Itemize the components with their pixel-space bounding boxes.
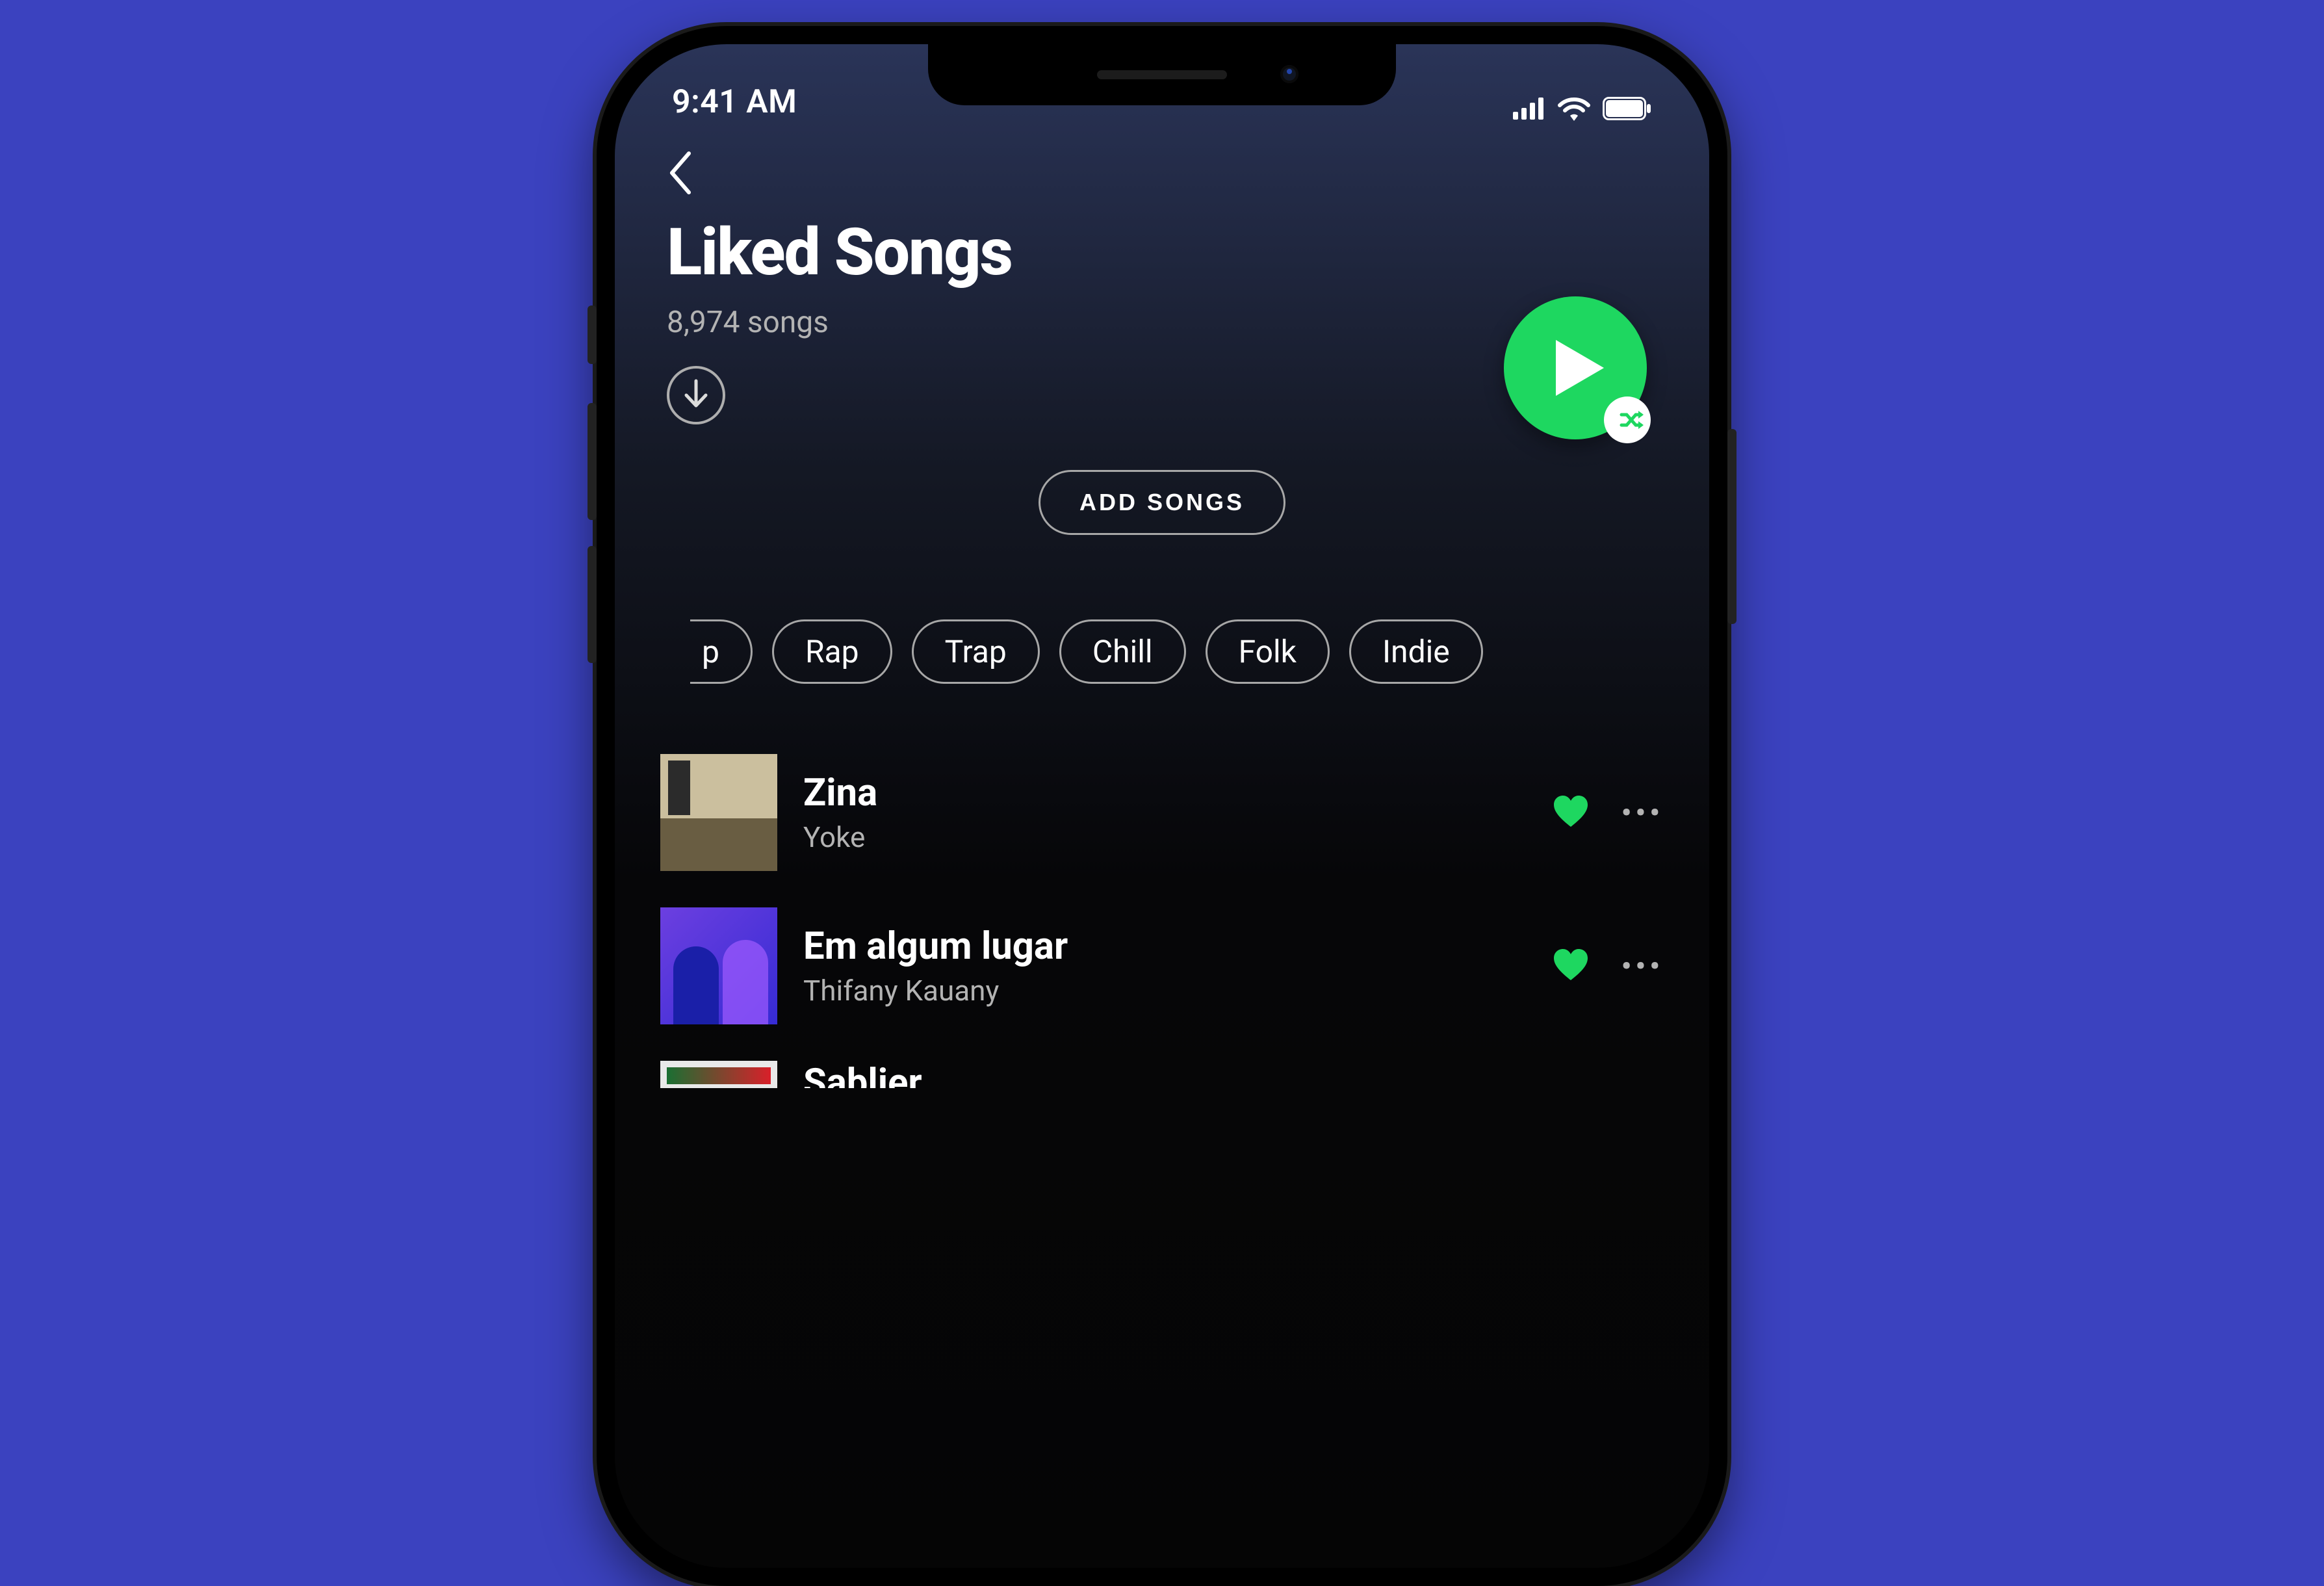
battery-icon (1603, 97, 1652, 120)
playlist-header: Liked Songs 8,974 songs (615, 127, 1709, 684)
album-art[interactable] (660, 1061, 777, 1088)
shuffle-badge[interactable] (1604, 396, 1651, 443)
earpiece-speaker (1097, 70, 1227, 79)
song-count: 8,974 songs (667, 305, 1657, 340)
album-art[interactable] (660, 907, 777, 1024)
track-row[interactable]: Em algum lugar Thifany Kauany ••• (660, 889, 1664, 1043)
phone-mute-switch (587, 306, 597, 364)
status-time: 9:41 AM (672, 83, 797, 121)
track-artist: Yoke (803, 820, 1527, 854)
add-songs-button[interactable]: ADD SONGS (1039, 470, 1285, 535)
download-button[interactable] (667, 366, 725, 424)
more-options-icon[interactable]: ••• (1621, 796, 1664, 829)
filter-chip-rap[interactable]: Rap (772, 619, 892, 684)
phone-volume-down (587, 546, 597, 663)
track-row[interactable]: Sablier (660, 1043, 1664, 1088)
track-title: Zina (803, 771, 1527, 815)
track-title: Em algum lugar (803, 924, 1527, 968)
page-title: Liked Songs (667, 218, 1657, 287)
phone-notch (928, 44, 1396, 105)
phone-screen: 9:41 AM (615, 44, 1709, 1568)
filter-chip-chill[interactable]: Chill (1059, 619, 1186, 684)
phone-volume-up (587, 403, 597, 520)
album-art[interactable] (660, 754, 777, 871)
wifi-icon (1557, 96, 1591, 121)
filter-chip-indie[interactable]: Indie (1349, 619, 1483, 684)
heart-icon[interactable] (1553, 794, 1589, 831)
filter-chip-truncated[interactable]: p (690, 619, 753, 684)
filter-chip-trap[interactable]: Trap (912, 619, 1040, 684)
track-title: Sablier (803, 1061, 1664, 1088)
more-options-icon[interactable]: ••• (1621, 949, 1664, 983)
filter-chips-row[interactable]: p Rap Trap Chill Folk Indie (667, 619, 1657, 684)
front-camera (1280, 65, 1298, 83)
cellular-signal-icon (1513, 98, 1545, 120)
track-artist: Thifany Kauany (803, 974, 1527, 1008)
phone-frame: 9:41 AM (597, 26, 1727, 1586)
track-row[interactable]: Zina Yoke ••• (660, 736, 1664, 889)
phone-power-button (1727, 429, 1737, 624)
status-icons (1513, 96, 1652, 121)
play-button[interactable] (1504, 296, 1647, 439)
back-button[interactable] (660, 153, 699, 192)
filter-chip-folk[interactable]: Folk (1206, 619, 1330, 684)
heart-icon[interactable] (1553, 948, 1589, 984)
track-list[interactable]: Zina Yoke ••• Em algum lugar Thifany (615, 736, 1709, 1088)
